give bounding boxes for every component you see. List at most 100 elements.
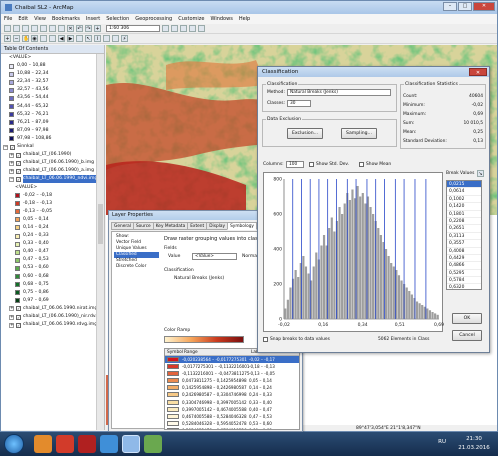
cancel-button[interactable]: Cancel (452, 330, 482, 341)
expand-collapse-icon[interactable]: + (9, 314, 14, 320)
catalog-icon[interactable] (171, 25, 178, 32)
show-std-dev-checkbox[interactable] (309, 162, 314, 167)
break-value-item[interactable]: 0,4008 (447, 248, 481, 255)
undo-icon[interactable]: ↶ (76, 25, 83, 32)
menu-help[interactable]: Help (239, 16, 250, 22)
legend-class-row[interactable]: 0,14 – 0,24 (1, 224, 97, 232)
legend-class-row[interactable]: 0,00 – 10,88 (1, 62, 97, 70)
symbol-class-row[interactable]: 0,1425954898 – 0,2426980587 0,14 – 0,24 (165, 384, 299, 391)
break-value-item[interactable]: 0,1801 (447, 211, 481, 218)
toc-scroll-thumb[interactable] (98, 204, 103, 244)
input-language[interactable]: RU (438, 439, 446, 445)
class-label[interactable]: 0,14 – 0,24 (249, 384, 272, 391)
layer-visibility-checkbox[interactable]: ✓ (16, 306, 21, 312)
legend-class-row[interactable]: 0,47 – 0,53 (1, 256, 97, 264)
class-label[interactable]: 0,53 – 0,60 (249, 420, 272, 427)
tab-symbology[interactable]: Symbology (227, 222, 257, 230)
class-color-swatch[interactable] (167, 399, 179, 405)
expand-collapse-icon[interactable]: + (9, 152, 14, 158)
symbol-column-header[interactable]: Symbol (165, 349, 183, 355)
class-label[interactable]: 0,40 – 0,47 (249, 406, 272, 413)
break-value-item[interactable]: 0,0614 (447, 188, 481, 196)
select-elements-icon[interactable]: ↖ (85, 35, 92, 42)
break-value-item[interactable]: 0,2651 (447, 225, 481, 233)
classes-dropdown[interactable]: 30 (287, 100, 311, 107)
find-icon[interactable] (103, 35, 110, 42)
close-button[interactable]: ✕ (473, 2, 495, 11)
symbol-class-row[interactable]: -0,0177275301 – -0,1132216001 -0,18 – -0,… (165, 363, 299, 370)
legend-class-row[interactable]: 54,44 – 65,32 (1, 103, 97, 111)
adobe-icon[interactable] (78, 435, 96, 453)
legend-class-row[interactable]: 0,40 – 0,47 (1, 248, 97, 256)
measure-icon[interactable] (112, 35, 119, 42)
layer-visibility-checkbox[interactable]: ✓ (16, 152, 21, 158)
class-color-swatch[interactable] (167, 392, 179, 398)
legend-class-row[interactable]: 10,88 – 22,34 (1, 70, 97, 78)
color-ramp-dropdown[interactable] (164, 336, 244, 343)
toc-layer-row[interactable]: + ✓ chaibal_LT_06.06.1990.rdvg.img (1, 321, 97, 329)
show-mean-checkbox[interactable] (359, 162, 364, 167)
menu-view[interactable]: View (34, 16, 46, 22)
fixed-zoom-in-icon[interactable] (40, 35, 47, 42)
copy-icon[interactable] (49, 25, 56, 32)
full-extent-icon[interactable]: ◉ (31, 35, 38, 42)
menu-insert[interactable]: Insert (86, 16, 100, 22)
paste-icon[interactable] (58, 25, 65, 32)
class-color-swatch[interactable] (167, 357, 179, 362)
layer-visibility-checkbox[interactable]: ✓ (16, 160, 21, 166)
save-icon[interactable] (22, 25, 29, 32)
zoom-out-icon[interactable]: − (13, 35, 20, 42)
map-scale-field[interactable]: 1:60 306 (106, 25, 160, 32)
histogram-svg[interactable]: 0 200 400 600 800 -0,02 0,16 0,34 0,51 0,69 (264, 173, 444, 333)
break-value-item[interactable]: 0,5295 (447, 270, 481, 278)
toc-scrollbar[interactable] (96, 54, 104, 430)
symbol-class-row[interactable]: 0,5954052478 – 0,67640185260,60 – 0,68 (165, 427, 299, 429)
class-label[interactable]: -0,13 – -0,05 (249, 370, 275, 377)
layer-visibility-checkbox[interactable]: ✓ (10, 144, 15, 150)
legend-class-row[interactable]: 0,05 – 0,14 (1, 216, 97, 224)
symbol-class-row[interactable]: -0,020238564 – -0,0177275301 -0,02 – -0,1… (165, 356, 299, 364)
forward-icon[interactable]: ▶ (67, 35, 74, 42)
ok-button[interactable]: OK (452, 313, 482, 324)
legend-class-row[interactable]: 0,33 – 0,40 (1, 240, 97, 248)
class-label[interactable]: 0,33 – 0,40 (249, 399, 272, 406)
layer-visibility-checkbox[interactable]: ✓ (16, 168, 21, 174)
legend-class-row[interactable]: 65,32 – 76,21 (1, 111, 97, 119)
class-color-swatch[interactable] (167, 364, 179, 370)
legend-class-row[interactable]: 0,97 – 0,69 (1, 297, 97, 305)
toc-layer-row[interactable]: +✓chaibal_LT_(06.06.1990)_nir.rdv.img (1, 313, 97, 321)
legend-class-row[interactable]: 43,56 – 54,44 (1, 94, 97, 102)
legend-class-row[interactable]: -0,18 – -0,13 (1, 200, 97, 208)
legend-class-row[interactable]: 0,60 – 0,68 (1, 273, 97, 281)
system-clock[interactable]: 21:30 21.03.2016 (454, 435, 494, 453)
symbol-class-row[interactable]: 0,2426980587 – 0,3304746998 0,24 – 0,33 (165, 391, 299, 398)
sampling-button[interactable]: Sampling... (341, 128, 377, 139)
symbol-class-row[interactable]: 0,3304746998 – 0,3997005142 0,33 – 0,40 (165, 399, 299, 406)
break-values-menu-icon[interactable]: ↘ (477, 170, 484, 177)
range-column-header[interactable]: Range (182, 349, 249, 355)
symbol-class-row[interactable]: 0,0473811275 – 0,1425954898 0,05 – 0,14 (165, 377, 299, 384)
classification-close-button[interactable]: ✕ (469, 68, 487, 76)
delete-icon[interactable]: ✕ (67, 25, 74, 32)
legend-class-row[interactable]: 0,68 – 0,75 (1, 281, 97, 289)
class-color-swatch[interactable] (167, 427, 179, 429)
tab-extent[interactable]: Extent (187, 222, 208, 230)
expand-collapse-icon[interactable]: + (9, 168, 14, 174)
menu-windows[interactable]: Windows (210, 16, 232, 22)
legend-class-row[interactable]: 97,98 – 108,86 (1, 135, 97, 143)
legend-class-row[interactable]: 76,21 – 87,09 (1, 119, 97, 127)
exclusion-button[interactable]: Exclusion... (287, 128, 323, 139)
toc-layer-row[interactable]: <VALUE> (1, 54, 97, 62)
editor-icon[interactable] (162, 25, 169, 32)
break-values-list[interactable]: 0,0215 0,0614 0,1002 0,1420 0,1801 0,2208 0,26… (446, 180, 482, 290)
break-value-item[interactable]: 0,5784 (447, 277, 481, 285)
class-label[interactable]: 0,05 – 0,14 (249, 377, 272, 384)
maximize-button[interactable]: □ (458, 2, 472, 11)
print-icon[interactable] (31, 25, 38, 32)
break-value-item[interactable]: 0,2208 (447, 218, 481, 226)
identify-icon[interactable]: i (94, 35, 101, 42)
class-label[interactable]: -0,02 – -0,17 (249, 356, 275, 363)
class-color-swatch[interactable] (167, 371, 179, 377)
menu-geoprocessing[interactable]: Geoprocessing (135, 16, 172, 22)
tab-key-metadata[interactable]: Key Metadata (152, 222, 189, 230)
